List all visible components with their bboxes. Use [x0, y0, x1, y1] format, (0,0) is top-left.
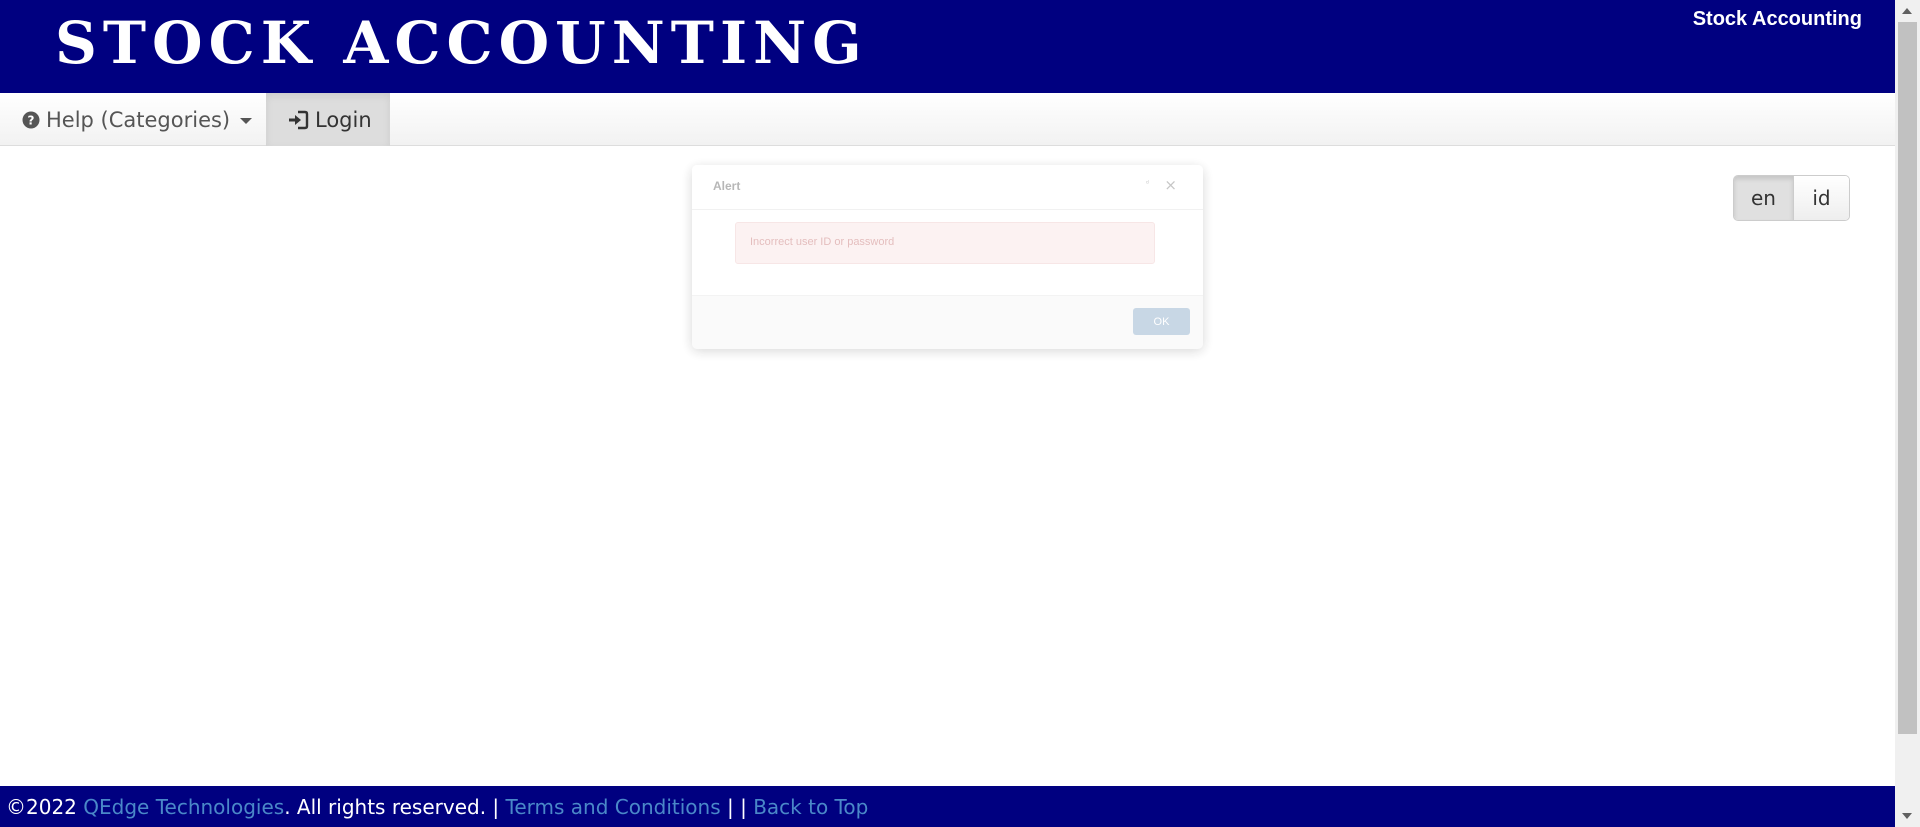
- login-nav-button[interactable]: Login: [266, 93, 390, 146]
- header-title: Stock Accounting: [1692, 8, 1862, 30]
- terms-link[interactable]: Terms and Conditions: [506, 795, 721, 819]
- login-label: Login: [315, 107, 372, 132]
- svg-text:?: ?: [28, 113, 35, 127]
- brand-logo[interactable]: STOCK ACCOUNTING: [55, 8, 868, 78]
- error-alert: Incorrect user ID or password: [735, 222, 1155, 264]
- company-link[interactable]: QEdge Technologies: [83, 795, 284, 819]
- close-icon[interactable]: ×: [1164, 176, 1177, 194]
- dialog-footer: OK: [692, 295, 1203, 349]
- ok-button[interactable]: OK: [1133, 308, 1190, 335]
- sign-in-icon: [287, 110, 309, 130]
- dialog-title: Alert: [713, 179, 741, 193]
- minimize-icon[interactable]: ᵈ: [1146, 179, 1149, 188]
- scroll-up-arrow-icon[interactable]: [1902, 8, 1912, 14]
- footer: ©2022 QEdge Technologies. All rights res…: [0, 786, 1895, 827]
- page: STOCK ACCOUNTING Stock Accounting ? Help…: [0, 0, 1920, 827]
- copyright-text: ©2022: [6, 794, 84, 819]
- language-option-en[interactable]: en: [1734, 176, 1794, 220]
- rights-text: . All rights reserved. |: [284, 794, 506, 819]
- dialog-header: Alert ᵈ ×: [692, 165, 1203, 210]
- back-to-top-link[interactable]: Back to Top: [753, 795, 868, 819]
- question-circle-icon: ?: [22, 111, 40, 129]
- navbar: ? Help (Categories) Login: [0, 93, 1895, 146]
- footer-separator: | |: [720, 794, 754, 819]
- alert-dialog: Alert ᵈ × Incorrect user ID or password …: [692, 165, 1203, 349]
- help-categories-label: Help (Categories): [46, 107, 231, 132]
- error-message: Incorrect user ID or password: [750, 236, 895, 248]
- scrollbar-thumb[interactable]: [1898, 22, 1917, 734]
- scroll-down-arrow-icon[interactable]: [1902, 813, 1912, 819]
- help-categories-dropdown[interactable]: ? Help (Categories): [0, 93, 266, 146]
- language-toggle: en id: [1733, 175, 1850, 221]
- language-option-id[interactable]: id: [1794, 176, 1849, 220]
- header-banner: STOCK ACCOUNTING Stock Accounting: [0, 0, 1895, 93]
- caret-down-icon: [240, 117, 253, 124]
- vertical-scrollbar[interactable]: [1895, 0, 1920, 827]
